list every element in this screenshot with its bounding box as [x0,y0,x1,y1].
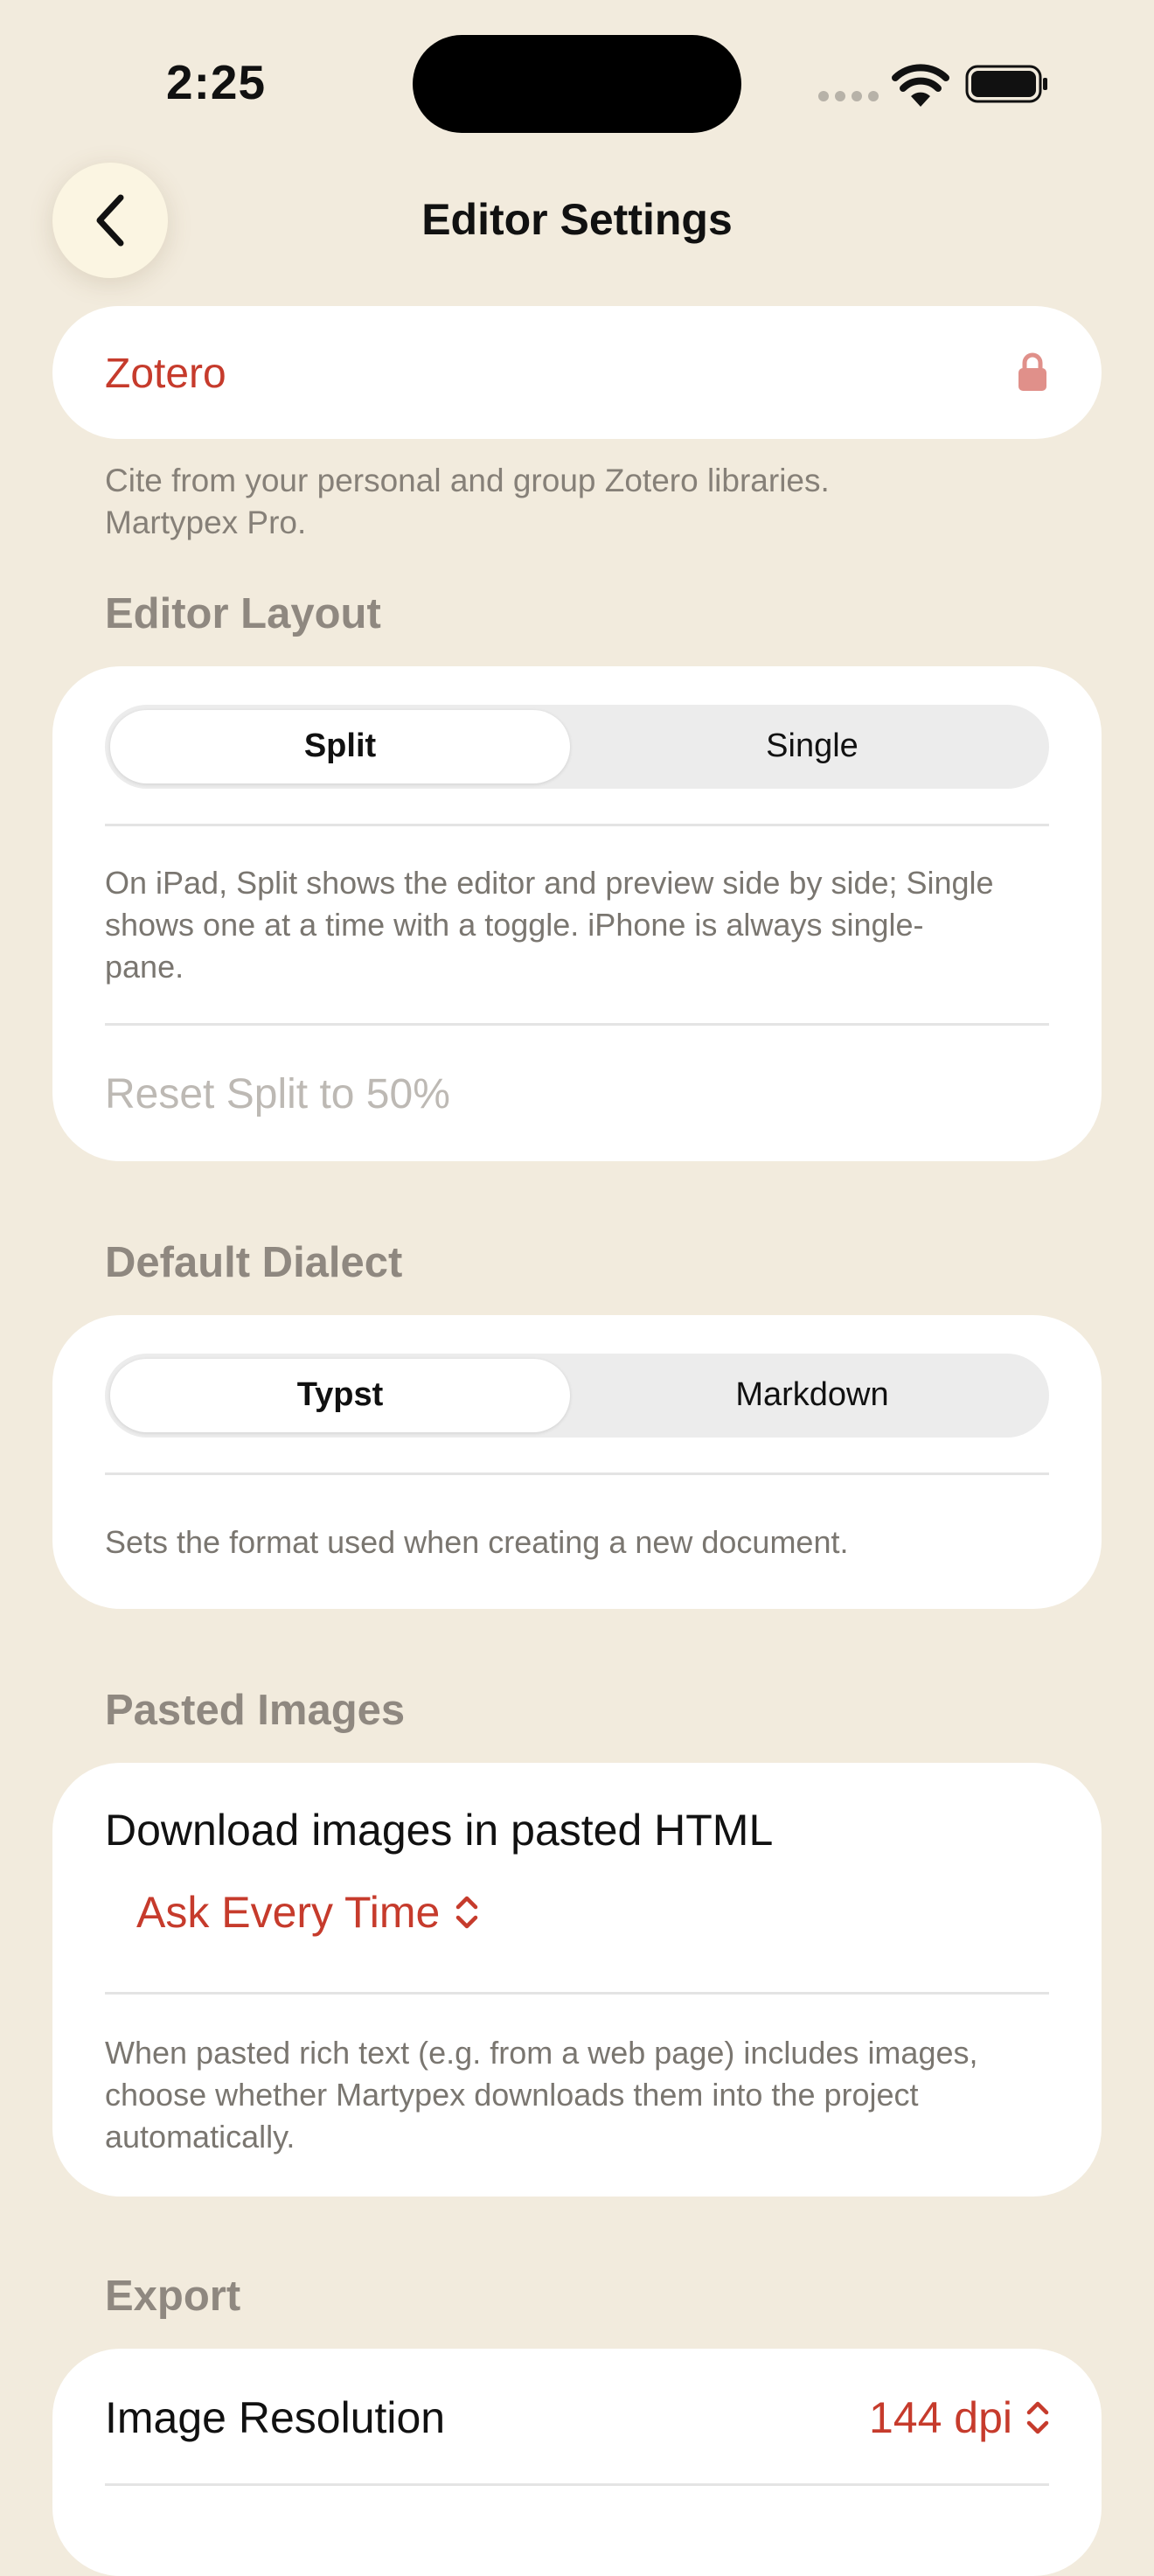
image-resolution-picker[interactable]: 144 dpi [848,2392,1051,2443]
zotero-description-line: Cite from your personal and group Zotero… [105,463,830,498]
image-resolution-label: Image Resolution [105,2393,446,2442]
download-images-label: Download images in pasted HTML [105,1806,774,1855]
description-line: automatically. [105,2119,295,2155]
chevron-up-down-icon [456,1896,478,1929]
cellular-signal-icon [818,91,879,101]
download-images-picker[interactable]: Ask Every Time [136,1887,480,1938]
section-header-pasted-images: Pasted Images [105,1687,406,1734]
lock-icon [1018,352,1046,391]
divider [105,824,1049,826]
battery-icon [965,65,1047,103]
segment-split[interactable]: Split [110,728,570,765]
section-header-editor-layout: Editor Layout [105,590,381,637]
section-header-default-dialect: Default Dialect [105,1239,403,1286]
export-card [52,2349,1102,2576]
segment-typst[interactable]: Typst [110,1376,570,1414]
default-dialect-description: Sets the format used when creating a new… [105,1524,849,1560]
description-line: shows one at a time with a toggle. iPhon… [105,907,924,943]
divider [105,1023,1049,1026]
pasted-images-description: When pasted rich text (e.g. from a web p… [105,2032,978,2158]
description-line: On iPad, Split shows the editor and prev… [105,865,994,901]
reset-split-button[interactable]: Reset Split to 50% [105,1070,450,1118]
segment-markdown[interactable]: Markdown [580,1376,1044,1414]
wifi-icon [892,64,949,107]
divider [105,1992,1049,1995]
description-line: choose whether Martypex downloads them i… [105,2077,919,2113]
page-title: Editor Settings [421,195,733,244]
section-header-export: Export [105,2273,241,2320]
picker-value: 144 dpi [868,2393,1012,2442]
chevron-up-down-icon [1026,2401,1049,2434]
zotero-description: Cite from your personal and group Zotero… [105,460,830,544]
dynamic-island [413,35,741,133]
status-time: 2:25 [166,55,267,109]
divider [105,1472,1049,1475]
editor-layout-description: On iPad, Split shows the editor and prev… [105,862,994,988]
description-line: pane. [105,949,184,985]
divider [105,2483,1049,2486]
zotero-description-line: Martypex Pro. [105,505,307,540]
description-line: When pasted rich text (e.g. from a web p… [105,2035,978,2071]
zotero-label: Zotero [105,351,226,397]
picker-value: Ask Every Time [136,1888,441,1937]
segment-single[interactable]: Single [580,728,1044,765]
